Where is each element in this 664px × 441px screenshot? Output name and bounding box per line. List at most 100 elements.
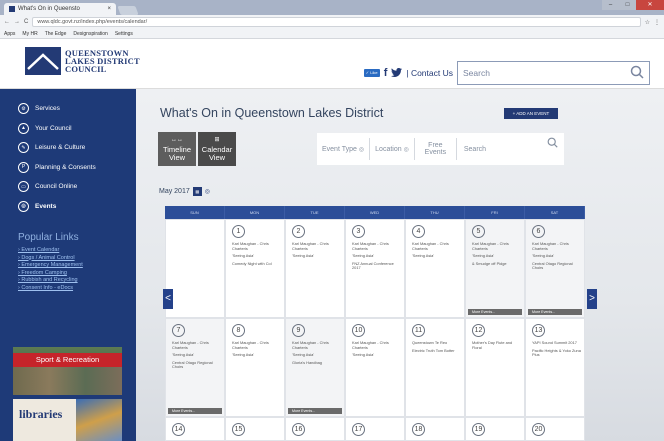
sidebar-item-council-online[interactable]: ▭ Council Online (0, 177, 136, 197)
libraries-banner[interactable]: libraries (13, 399, 122, 441)
event-link[interactable]: 'Seeing Asia' (232, 254, 281, 259)
more-events-button[interactable]: More Events... (468, 309, 522, 315)
event-link[interactable]: Karl Maughan - Chris Charteris (352, 340, 401, 350)
event-type-dropdown[interactable]: Event Type ◎ (317, 138, 371, 160)
sidebar-item-services[interactable]: ⚙ Services (0, 99, 136, 119)
popular-link-dogs[interactable]: › Dogs / Animal Control (0, 255, 136, 263)
location-dropdown[interactable]: Location ◎ (370, 138, 415, 160)
event-link[interactable]: Gloria's Handbag (292, 360, 341, 366)
event-link[interactable]: Karl Maughan - Chris Charteris (292, 241, 341, 251)
event-link[interactable]: 'Seeing Asia' (232, 353, 281, 358)
browser-menu-icon[interactable]: ⋮ (654, 19, 660, 26)
bookmark-settings[interactable]: Settings (115, 29, 133, 38)
prev-month-arrow[interactable]: < (163, 289, 173, 309)
calendar-day[interactable]: 18 (405, 417, 465, 441)
new-tab-button[interactable] (117, 6, 139, 15)
event-link[interactable]: Karl Maughan - Chris Charteris (232, 241, 281, 251)
sidebar-item-planning[interactable]: P Planning & Consents (0, 158, 136, 178)
sidebar-item-your-council[interactable]: ▲ Your Council (0, 119, 136, 139)
event-link[interactable]: Queenstown Te Reo (412, 340, 461, 346)
calendar-day[interactable]: 12 Mother's Day Flute and Floral (465, 318, 525, 417)
calendar-day[interactable]: 17 (345, 417, 405, 441)
event-link[interactable]: 'Seeing Asia' (532, 254, 581, 259)
sidebar-item-events[interactable]: ◎ Events (0, 197, 136, 217)
event-link[interactable]: Karl Maughan - Chris Charteris (472, 241, 521, 251)
calendar-day[interactable]: 14 (165, 417, 225, 441)
reload-icon[interactable]: C (24, 19, 28, 25)
event-link[interactable]: FNZ Annual Conference 2017 (352, 261, 401, 271)
contact-us-link[interactable]: | Contact Us (406, 68, 453, 78)
event-link[interactable]: Mother's Day Flute and Floral (472, 340, 521, 350)
calendar-day[interactable]: 1 Karl Maughan - Chris Charteris 'Seeing A… (225, 219, 285, 318)
event-link[interactable]: Pacific Heights & Yoko Zuna Plus (532, 348, 581, 358)
calendar-day[interactable]: 15 (225, 417, 285, 441)
minimize-button[interactable]: – (602, 0, 619, 10)
bookmark-star-icon[interactable]: ☆ (645, 19, 650, 26)
calendar-day[interactable]: 9 Karl Maughan - Chris Charteris 'Seeing A… (285, 318, 345, 417)
like-badge[interactable]: ✓ Like (363, 69, 380, 77)
bookmark-the-edge[interactable]: The Edge (45, 29, 67, 38)
popular-link-consent[interactable]: › Consent Info - eDocs (0, 285, 136, 293)
event-link[interactable]: Karl Maughan - Chris Charteris (412, 241, 461, 251)
more-events-button[interactable]: More Events... (528, 309, 582, 315)
add-event-button[interactable]: + ADD AN EVENT (504, 108, 558, 119)
event-link[interactable]: Comedy Night with Col (232, 261, 281, 267)
bookmark-designspiration[interactable]: Designspiration (73, 29, 107, 38)
timeline-view-button[interactable]: ↔↔ Timeline View (158, 132, 196, 166)
event-link[interactable]: YAPI Sound Summit 2017 (532, 340, 581, 346)
back-icon[interactable]: ← (4, 19, 10, 25)
event-link[interactable]: Karl Maughan - Chris Charteris (352, 241, 401, 251)
event-link[interactable]: 'Seeing Asia' (292, 254, 341, 259)
calendar-day[interactable]: 19 (465, 417, 525, 441)
calendar-day[interactable]: 2 Karl Maughan - Chris Charteris 'Seeing A… (285, 219, 345, 318)
event-search-input[interactable]: Search (457, 137, 564, 160)
calendar-day[interactable]: 20 (525, 417, 585, 441)
calendar-day[interactable]: 16 (285, 417, 345, 441)
search-icon[interactable] (630, 65, 644, 87)
browser-tab[interactable]: What's On in Queensto × (4, 3, 116, 15)
maximize-button[interactable]: □ (619, 0, 636, 10)
free-events-toggle[interactable]: Free Events (415, 138, 457, 160)
facebook-icon[interactable]: f (384, 67, 388, 79)
popular-link-rubbish[interactable]: › Rubbish and Recycling (0, 277, 136, 285)
forward-icon[interactable]: → (14, 19, 20, 25)
event-link[interactable]: 'Seeing Asia' (172, 353, 221, 358)
event-link[interactable]: Karl Maughan - Chris Charteris (532, 241, 581, 251)
sidebar-item-leisure[interactable]: ✎ Leisure & Culture (0, 138, 136, 158)
event-link[interactable]: & Smudge off Pidge (472, 261, 521, 267)
calendar-day[interactable]: 7 Karl Maughan - Chris Charteris 'Seeing A… (165, 318, 225, 417)
calendar-day[interactable]: 8 Karl Maughan - Chris Charteris 'Seeing A… (225, 318, 285, 417)
event-link[interactable]: 'Seeing Asia' (352, 353, 401, 358)
event-link[interactable]: Karl Maughan - Chris Charteris (172, 340, 221, 350)
window-close-button[interactable]: ✕ (636, 0, 664, 10)
popular-link-event-calendar[interactable]: › Event Calendar (0, 247, 136, 255)
twitter-icon[interactable] (391, 67, 403, 79)
site-search-input[interactable]: Search (457, 61, 650, 85)
calendar-day[interactable]: 3 Karl Maughan - Chris Charteris 'Seeing A… (345, 219, 405, 318)
event-link[interactable]: Central Otago Regional Choirs (172, 360, 221, 370)
calendar-view-button[interactable]: ⊞ Calendar View (198, 132, 236, 166)
calendar-day[interactable]: 10 Karl Maughan - Chris Charteris 'Seeing … (345, 318, 405, 417)
search-icon[interactable] (547, 137, 558, 150)
bookmark-myhr[interactable]: My HR (22, 29, 37, 38)
next-month-arrow[interactable]: > (587, 289, 597, 309)
calendar-day[interactable]: 13 YAPI Sound Summit 2017 Pacific Heights … (525, 318, 585, 417)
popular-link-emergency[interactable]: › Emergency Management (0, 262, 136, 270)
event-link[interactable]: 'Seeing Asia' (472, 254, 521, 259)
event-link[interactable]: Electric Truth Tom Botter (412, 348, 461, 354)
council-logo[interactable]: QUEENSTOWN LAKES DISTRICT COUNCIL (25, 47, 140, 75)
event-link[interactable]: 'Seeing Asia' (412, 254, 461, 259)
event-link[interactable]: Central Otago Regional Choirs (532, 261, 581, 271)
bookmark-apps[interactable]: Apps (4, 29, 15, 38)
calendar-day[interactable]: 4 Karl Maughan - Chris Charteris 'Seeing A… (405, 219, 465, 318)
more-events-button[interactable]: More Events... (288, 408, 342, 414)
url-input[interactable]: www.qldc.govt.nz/index.php/events/calend… (32, 17, 641, 27)
event-link[interactable]: 'Seeing Asia' (352, 254, 401, 259)
month-selector[interactable]: May 2017 ▦ ◎ (159, 187, 210, 196)
sport-recreation-banner[interactable]: Sport & Recreation (13, 347, 122, 395)
calendar-day[interactable]: 5 Karl Maughan - Chris Charteris 'Seeing A… (465, 219, 525, 318)
event-link[interactable]: Karl Maughan - Chris Charteris (232, 340, 281, 350)
popular-link-freedom-camping[interactable]: › Freedom Camping (0, 270, 136, 278)
event-link[interactable]: 'Seeing Asia' (292, 353, 341, 358)
calendar-day[interactable]: 11 Queenstown Te Reo Electric Truth Tom Bo… (405, 318, 465, 417)
